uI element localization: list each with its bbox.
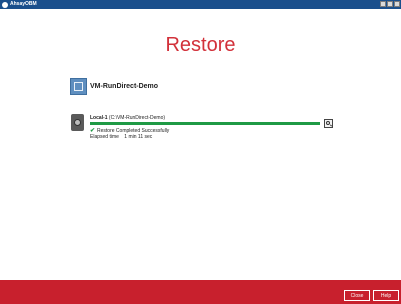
close-button[interactable]: Close	[344, 290, 370, 301]
local-destination-icon	[71, 114, 84, 131]
vm-icon	[70, 78, 87, 95]
app-title: AhsayOBM	[10, 1, 37, 7]
restore-progress-bar	[90, 122, 320, 125]
page-title: Restore	[165, 34, 236, 56]
status-text: Restore Completed Successfully	[97, 127, 170, 134]
maximize-button[interactable]	[387, 1, 393, 7]
minimize-button[interactable]	[380, 1, 386, 7]
elapsed-label: Elapsed time	[90, 134, 119, 140]
destination-name: Local-1 (C:\VM-RunDirect-Demo)	[90, 115, 165, 121]
app-icon	[2, 1, 8, 8]
elapsed-time: Elapsed time 1 min 11 sec	[90, 134, 152, 140]
destination-path: (C:\VM-RunDirect-Demo)	[108, 115, 166, 121]
restore-progress-fill	[90, 122, 320, 125]
help-button[interactable]: Help	[373, 290, 399, 301]
vm-name: VM-RunDirect-Demo	[90, 83, 159, 90]
search-icon[interactable]	[324, 119, 333, 128]
title-bar: AhsayOBM	[0, 0, 401, 9]
check-icon: ✔	[90, 128, 96, 134]
restore-status: ✔ Restore Completed Successfully	[90, 127, 170, 135]
destination-label: Local-1	[90, 115, 108, 121]
footer-bar	[0, 280, 401, 304]
vm-header: VM-RunDirect-Demo	[70, 78, 158, 95]
window-controls	[380, 1, 400, 7]
elapsed-value: 1 min 11 sec	[124, 134, 153, 140]
close-window-button[interactable]	[394, 1, 400, 7]
